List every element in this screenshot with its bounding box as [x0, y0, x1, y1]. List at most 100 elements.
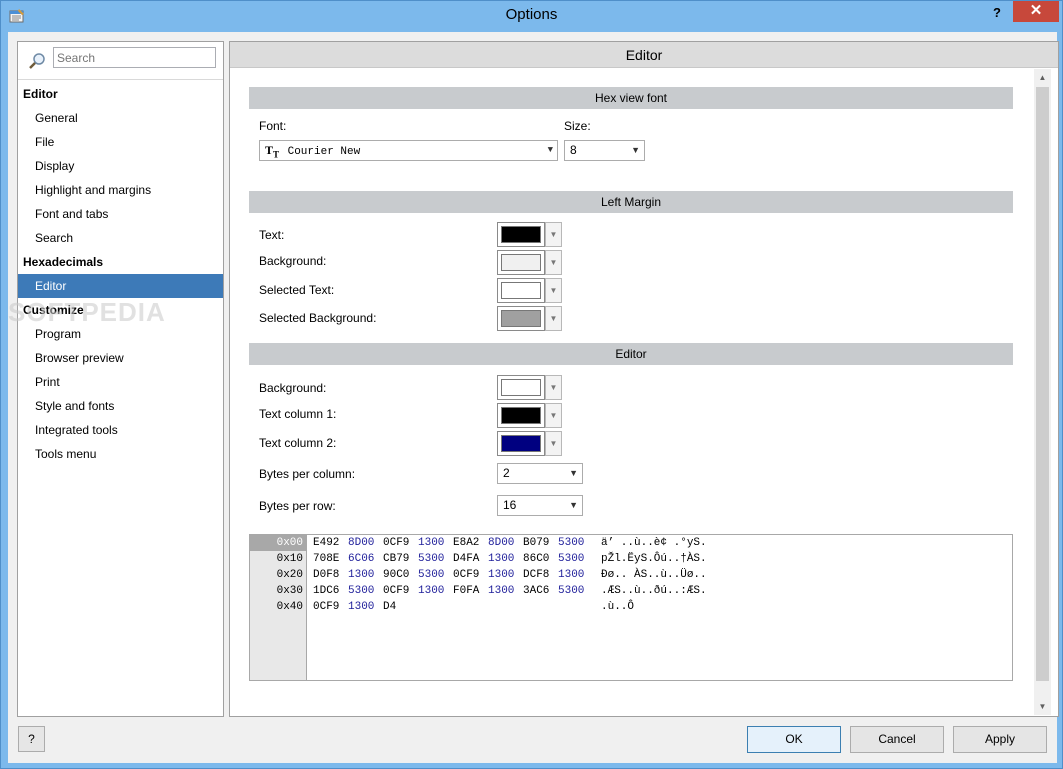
hex-word: 1300 [488, 569, 515, 581]
hex-word: 90C0 [383, 569, 410, 581]
nav-item-tools-menu[interactable]: Tools menu [18, 442, 223, 466]
bytes-per-column-value: 2 [503, 466, 510, 480]
hex-word: D4FA [453, 553, 480, 565]
hex-word: 1300 [488, 585, 515, 597]
font-select-value: Courier New [287, 146, 361, 158]
hex-offset: 0x30 [276, 585, 303, 597]
search-input[interactable] [53, 47, 216, 68]
chevron-down-icon[interactable]: ▼ [545, 306, 562, 331]
scrollbar-thumb[interactable] [1036, 87, 1049, 681]
font-select[interactable]: TT Courier New ▼ [259, 140, 558, 161]
nav-item-integrated-tools[interactable]: Integrated tools [18, 418, 223, 442]
chevron-down-icon[interactable]: ▼ [545, 431, 562, 456]
hex-word: 5300 [558, 585, 585, 597]
hex-word: 1300 [348, 569, 375, 581]
chevron-down-icon[interactable]: ▼ [545, 222, 562, 247]
nav-item-general[interactable]: General [18, 106, 223, 130]
options-tree: Editor General File Display Highlight an… [18, 82, 223, 466]
chevron-down-icon[interactable]: ▼ [545, 375, 562, 400]
hex-word: 8D00 [348, 537, 375, 549]
settings-pane: Editor ▲ ▼ Hex view font Font: Size: TT … [229, 41, 1059, 717]
title-help-button[interactable]: ? [987, 4, 1007, 24]
hex-word: B079 [523, 537, 550, 549]
watermark: SOFTPEDIA [8, 297, 166, 327]
chevron-down-icon: ▼ [569, 500, 578, 510]
section-header-hex-view-font: Hex view font [249, 87, 1013, 109]
ed-text-column-2-label: Text column 2: [259, 436, 337, 450]
hex-row: 708E 6C06 CB79 5300 D4FA 1300 86C0 5300 pŽl.ËyS.… [313, 551, 707, 567]
nav-item-file[interactable]: File [18, 130, 223, 154]
hex-word: 1DC6 [313, 585, 340, 597]
hex-word: 708E [313, 553, 340, 565]
hex-offset-gutter: 0x00 0x10 0x20 0x30 0x40 [250, 535, 307, 680]
chevron-down-icon[interactable]: ▼ [545, 403, 562, 428]
lm-text-color-picker[interactable]: ▼ [497, 222, 562, 247]
nav-category-hexadecimals[interactable]: Hexadecimals [18, 250, 223, 274]
hex-word: E8A2 [453, 537, 480, 549]
hex-ascii: pŽl.ËyS.Ôú..†ÀS. [601, 553, 707, 565]
ed-text-column-2-color-picker[interactable]: ▼ [497, 431, 562, 456]
hex-preview[interactable]: 0x00 0x10 0x20 0x30 0x40 E492 8D00 0CF9 130… [249, 534, 1013, 681]
hex-word: D4 [383, 601, 397, 613]
nav-item-search[interactable]: Search [18, 226, 223, 250]
ed-background-label: Background: [259, 381, 327, 395]
chevron-down-icon: ▼ [569, 468, 578, 478]
hex-word: 1300 [348, 601, 375, 613]
font-label: Font: [259, 119, 287, 133]
nav-item-hex-editor[interactable]: Editor [18, 274, 223, 298]
hex-ascii: Ðø.. ÀS..ù..Üø.. [601, 569, 707, 581]
lm-selected-background-color-picker[interactable]: ▼ [497, 306, 562, 331]
size-label: Size: [564, 119, 591, 133]
search-icon [29, 53, 45, 69]
lm-background-label: Background: [259, 254, 327, 268]
ok-button[interactable]: OK [747, 726, 841, 753]
bytes-per-column-select[interactable]: 2 ▼ [497, 463, 583, 484]
hex-word: 0CF9 [383, 585, 410, 597]
hex-ascii: ä’ ..ù..è¢ .°yS. [601, 537, 707, 549]
nav-category-editor[interactable]: Editor [18, 82, 223, 106]
nav-item-style-and-fonts[interactable]: Style and fonts [18, 394, 223, 418]
nav-item-print[interactable]: Print [18, 370, 223, 394]
chevron-down-icon: ▼ [547, 145, 553, 155]
options-window: Options ? ✕ Editor General File Display … [0, 0, 1063, 769]
ed-text-column-1-label: Text column 1: [259, 407, 337, 421]
close-button[interactable]: ✕ [1013, 1, 1059, 22]
nav-item-font-and-tabs[interactable]: Font and tabs [18, 202, 223, 226]
vertical-scrollbar[interactable]: ▲ ▼ [1034, 69, 1051, 715]
ed-background-color-picker[interactable]: ▼ [497, 375, 562, 400]
hex-offset: 0x20 [276, 569, 303, 581]
bytes-per-row-select[interactable]: 16 ▼ [497, 495, 583, 516]
ed-background-color-swatch [501, 379, 541, 396]
hex-word: 0CF9 [453, 569, 480, 581]
hex-offset: 0x00 [250, 535, 306, 551]
ed-text-column-1-color-swatch [501, 407, 541, 424]
hex-word: D0F8 [313, 569, 340, 581]
hex-rows: E492 8D00 0CF9 1300 E8A2 8D00 B079 5300 ä’ ..ù..… [313, 535, 707, 615]
nav-item-display[interactable]: Display [18, 154, 223, 178]
hex-word: 1300 [558, 569, 585, 581]
cancel-button[interactable]: Cancel [850, 726, 944, 753]
lm-background-color-picker[interactable]: ▼ [497, 250, 562, 275]
nav-item-highlight-and-margins[interactable]: Highlight and margins [18, 178, 223, 202]
hex-word: F0FA [453, 585, 480, 597]
hex-ascii: .ÆS..ù..ðú..:ÆS. [601, 585, 707, 597]
ed-text-column-2-color-swatch [501, 435, 541, 452]
hex-row: D0F8 1300 90C0 5300 0CF9 1300 DCF8 1300 Ðø.. ÀS.… [313, 567, 707, 583]
search-row [18, 42, 223, 80]
help-button[interactable]: ? [18, 726, 45, 752]
hex-row: 0CF9 1300 D4 .ù..Ô [313, 599, 707, 615]
scroll-up-arrow-icon[interactable]: ▲ [1034, 69, 1051, 86]
bytes-per-row-value: 16 [503, 498, 517, 512]
lm-selected-text-label: Selected Text: [259, 283, 335, 297]
hex-word: 0CF9 [313, 601, 340, 613]
chevron-down-icon[interactable]: ▼ [545, 278, 562, 303]
nav-item-browser-preview[interactable]: Browser preview [18, 346, 223, 370]
chevron-down-icon[interactable]: ▼ [545, 250, 562, 275]
lm-text-label: Text: [259, 228, 285, 242]
scroll-down-arrow-icon[interactable]: ▼ [1034, 698, 1051, 715]
hex-word: 5300 [418, 569, 445, 581]
ed-text-column-1-color-picker[interactable]: ▼ [497, 403, 562, 428]
lm-selected-text-color-picker[interactable]: ▼ [497, 278, 562, 303]
size-select[interactable]: 8 ▼ [564, 140, 645, 161]
apply-button[interactable]: Apply [953, 726, 1047, 753]
